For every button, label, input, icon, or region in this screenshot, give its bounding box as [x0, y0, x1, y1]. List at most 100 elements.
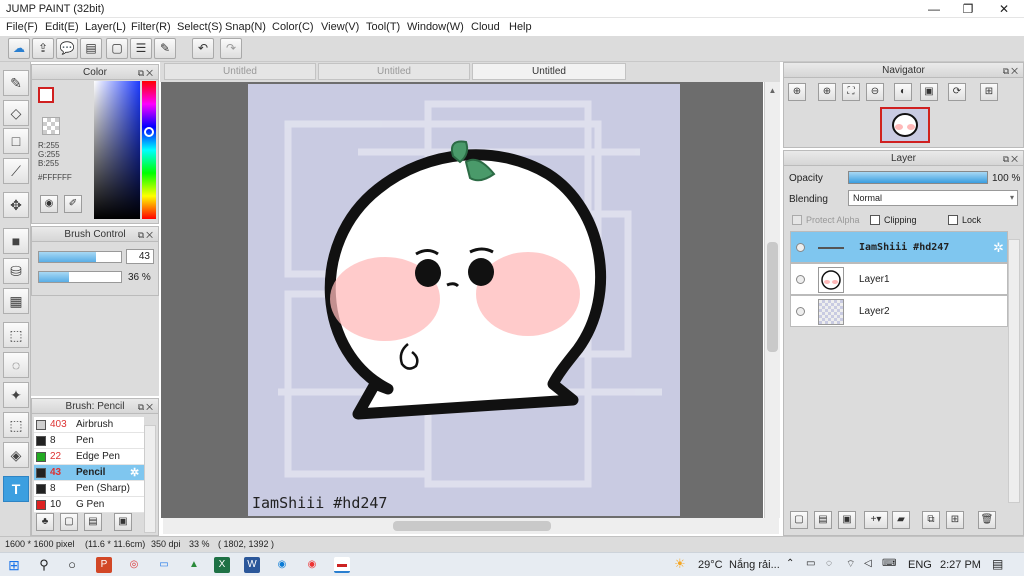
keyboard-icon[interactable]: ⌨: [882, 558, 896, 569]
layer-row-layer2[interactable]: Layer2: [790, 295, 1008, 327]
eyedropper-palette-icon[interactable]: ✐: [64, 195, 82, 213]
add-layer-menu-icon[interactable]: +▾: [864, 511, 888, 529]
layer-row-text[interactable]: IamShiii #hd247 ✲: [790, 231, 1008, 263]
brush-opacity-slider[interactable]: [38, 271, 122, 283]
bucket-tool-icon[interactable]: ⛁: [3, 258, 29, 284]
brush-item[interactable]: 43 Pencil ✲: [34, 465, 144, 481]
layer-list-scrollbar[interactable]: [1008, 239, 1020, 503]
select-eraser-tool-icon[interactable]: ◈: [3, 442, 29, 468]
delete-brush-icon[interactable]: ▣: [114, 513, 132, 531]
fit-window-icon[interactable]: ⛶: [842, 83, 860, 101]
monitor-icon[interactable]: ▭: [156, 557, 172, 573]
trash-icon[interactable]: 🗑: [978, 511, 996, 529]
brush-item[interactable]: 10 G Pen: [34, 497, 144, 513]
weather-text[interactable]: Nắng rải...: [729, 559, 780, 571]
brush-size-slider[interactable]: [38, 251, 122, 263]
brush-settings-icon[interactable]: ♣: [36, 513, 54, 531]
tab-untitled-3[interactable]: Untitled: [472, 63, 626, 80]
menu-filter[interactable]: Filter(R): [131, 21, 171, 33]
eraser-tool-icon[interactable]: ◇: [3, 100, 29, 126]
fill-rect-tool-icon[interactable]: ■: [3, 228, 29, 254]
text-tool-icon[interactable]: T: [3, 476, 29, 502]
menu-select[interactable]: Select(S): [177, 21, 222, 33]
tab-untitled-1[interactable]: Untitled: [164, 63, 316, 80]
line-tool-icon[interactable]: ⟋: [3, 158, 29, 184]
clock[interactable]: 2:27 PM: [940, 559, 981, 571]
folder-icon[interactable]: ▰: [892, 511, 910, 529]
layer-visibility-icon[interactable]: [796, 243, 805, 252]
layer-opacity-slider[interactable]: [848, 171, 988, 184]
jump-paint-icon[interactable]: ▬: [334, 557, 350, 573]
comment-icon[interactable]: 💬: [56, 38, 78, 59]
panel-close-icon[interactable]: ⧉✕: [138, 400, 155, 415]
menu-file[interactable]: File(F): [6, 21, 38, 33]
brush-size-value[interactable]: 43: [126, 249, 154, 264]
brush-item[interactable]: 403 Airbrush: [34, 417, 144, 433]
zoom-in-icon[interactable]: ⊕: [818, 83, 836, 101]
lock-checkbox[interactable]: [948, 215, 958, 225]
photos-icon[interactable]: ▲: [186, 557, 202, 573]
menu-snap[interactable]: Snap(N): [225, 21, 266, 33]
menu-color[interactable]: Color(C): [272, 21, 314, 33]
panel-close-icon[interactable]: ⧉✕: [138, 66, 155, 81]
panel-close-icon[interactable]: ⧉✕: [1003, 152, 1020, 167]
panel-close-icon[interactable]: ⧉✕: [138, 228, 155, 243]
word-icon[interactable]: W: [244, 557, 260, 573]
vertical-scroll-thumb[interactable]: [767, 242, 778, 352]
foreground-color-swatch[interactable]: [38, 87, 54, 103]
notification-icon[interactable]: ▤: [992, 557, 1003, 571]
tray-chevron-icon[interactable]: ⌃: [786, 558, 794, 569]
powerpoint-icon[interactable]: P: [96, 557, 112, 573]
close-button[interactable]: ✕: [986, 0, 1022, 18]
minimize-button[interactable]: —: [916, 0, 952, 18]
move-tool-icon[interactable]: ✥: [3, 192, 29, 218]
document-icon[interactable]: ▢: [106, 38, 128, 59]
hue-handle[interactable]: [144, 127, 154, 137]
canvas-horizontal-scrollbar[interactable]: [163, 518, 779, 534]
scroll-up-icon[interactable]: ▲: [767, 86, 778, 96]
menu-edit[interactable]: Edit(E): [45, 21, 79, 33]
app-icon[interactable]: ◎: [126, 557, 142, 573]
gradient-tool-icon[interactable]: ▦: [3, 288, 29, 314]
transparent-swatch[interactable]: [42, 117, 60, 135]
zoom-fit-icon[interactable]: ⊕: [788, 83, 806, 101]
temperature[interactable]: 29°C: [698, 559, 723, 571]
network-icon[interactable]: ◌: [826, 558, 832, 569]
select-pen-tool-icon[interactable]: ⬚: [3, 412, 29, 438]
language-indicator[interactable]: ENG: [908, 559, 932, 571]
select-rect-tool-icon[interactable]: ⬚: [3, 322, 29, 348]
drawing-canvas[interactable]: IamShiii #hd247: [248, 84, 680, 516]
reset-view-icon[interactable]: ⊞: [980, 83, 998, 101]
canvas-vertical-scrollbar[interactable]: ▲: [764, 82, 780, 518]
rectangle-tool-icon[interactable]: □: [3, 128, 29, 154]
layer-visibility-icon[interactable]: [796, 275, 805, 284]
palette-icon[interactable]: ◉: [40, 195, 58, 213]
chat-icon[interactable]: ▤: [80, 38, 102, 59]
upload-icon[interactable]: ⇪: [32, 38, 54, 59]
hue-slider[interactable]: [142, 81, 156, 219]
magic-wand-tool-icon[interactable]: ✦: [3, 382, 29, 408]
chrome-icon[interactable]: ◉: [304, 557, 320, 573]
brush-tool-icon[interactable]: ✎: [3, 70, 29, 96]
excel-icon[interactable]: X: [214, 557, 230, 573]
flip-icon[interactable]: ◐: [894, 83, 912, 101]
volume-icon[interactable]: ◁: [864, 558, 872, 569]
brush-menu-icon[interactable]: ▤: [84, 513, 102, 531]
layer-visibility-icon[interactable]: [796, 307, 805, 316]
edit-list-icon[interactable]: ✎: [154, 38, 176, 59]
brush-item[interactable]: 8 Pen: [34, 433, 144, 449]
tab-untitled-2[interactable]: Untitled: [318, 63, 470, 80]
menu-cloud[interactable]: Cloud: [471, 21, 500, 33]
brush-list-scrollbar[interactable]: [144, 425, 156, 533]
new-text-layer-icon[interactable]: ▣: [838, 511, 856, 529]
new-brush-icon[interactable]: ▢: [60, 513, 78, 531]
rotate-icon[interactable]: ⟳: [948, 83, 966, 101]
blending-select[interactable]: Normal ▾: [848, 190, 1018, 206]
edge-icon[interactable]: ◉: [274, 557, 290, 573]
actual-size-icon[interactable]: ▣: [920, 83, 938, 101]
clipping-checkbox[interactable]: [870, 215, 880, 225]
zoom-out-icon[interactable]: ⊖: [866, 83, 884, 101]
navigator-preview[interactable]: [880, 107, 930, 143]
new-raster-layer-icon[interactable]: ▤: [814, 511, 832, 529]
cloud-icon[interactable]: ☁: [8, 38, 30, 59]
